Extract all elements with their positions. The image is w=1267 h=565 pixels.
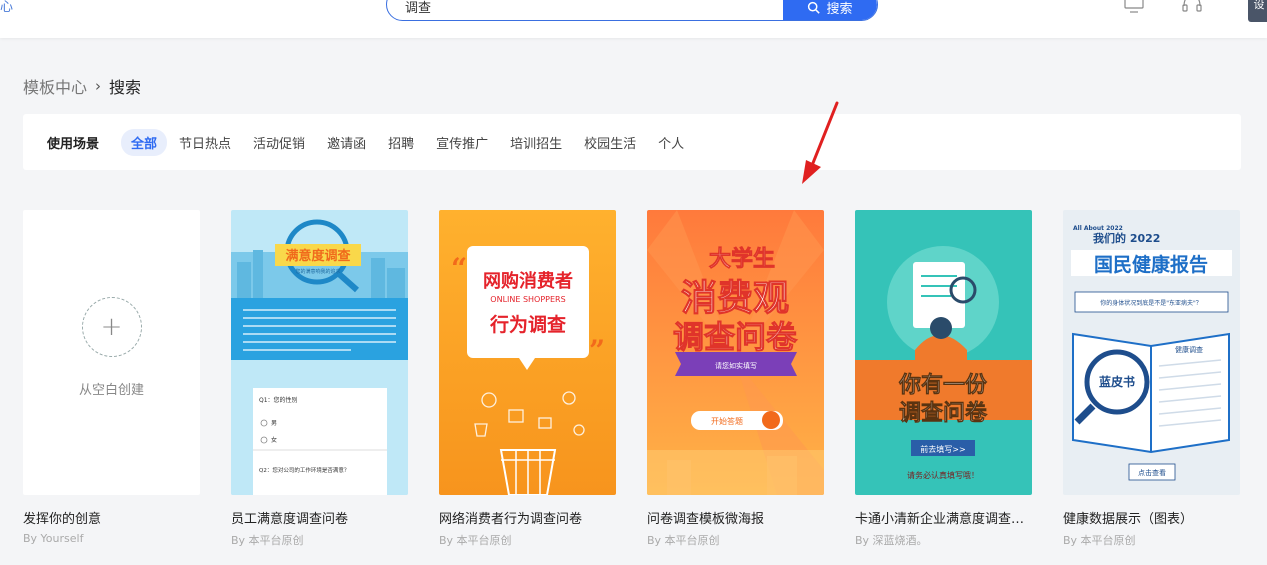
template-thumbnail[interactable]: 满意度调查 您的满意响我的追求 Q1：您的性别 男 女 Q2：您对公司的工作环境… xyxy=(231,210,408,495)
card-title[interactable]: 员工满意度调查问卷 xyxy=(231,508,408,527)
card-title[interactable]: 卡通小清新企业满意度调查问卷 xyxy=(855,508,1032,527)
filter-training[interactable]: 培训招生 xyxy=(500,129,572,156)
svg-text:女: 女 xyxy=(271,436,277,444)
svg-text:健康调查: 健康调查 xyxy=(1175,345,1203,354)
headset-icon[interactable] xyxy=(1180,0,1204,14)
svg-text:你的身体状况到底是不是"东亚病夫"？: 你的身体状况到底是不是"东亚病夫"？ xyxy=(1100,299,1202,307)
svg-text:”: ” xyxy=(589,334,605,367)
template-card[interactable]: 你有一份 调查问卷 前去填写>> 请务必认真填写哦！ 卡通小清新企业满意度调查问… xyxy=(855,210,1032,548)
filter-personal[interactable]: 个人 xyxy=(648,129,694,156)
filter-label: 使用场景 xyxy=(47,136,100,152)
scene-filter-bar: 使用场景 全部 节日热点 活动促销 邀请函 招聘 宣传推广 培训招生 校园生活 … xyxy=(23,114,1241,170)
card-author: By 本平台原创 xyxy=(231,534,304,547)
svg-text:开始答题: 开始答题 xyxy=(711,416,743,426)
svg-text:您的满意响我的追求: 您的满意响我的追求 xyxy=(295,268,340,275)
search-icon xyxy=(808,1,821,14)
top-bar: 心 搜索 设 xyxy=(0,0,1267,38)
template-card[interactable]: All About 2022 我们的 2022 国民健康报告 你的身体状况到底是… xyxy=(1063,210,1240,548)
svg-text:消费观: 消费观 xyxy=(681,278,789,319)
search-button-label: 搜索 xyxy=(826,2,853,17)
card-author: By Yourself xyxy=(23,532,84,545)
template-thumbnail[interactable]: “ ” 网购消费者 ONLINE SHOPPERS 行为调查 xyxy=(439,210,616,495)
poster-health-report: All About 2022 我们的 2022 国民健康报告 你的身体状况到底是… xyxy=(1063,210,1240,495)
annotation-arrow xyxy=(802,101,839,184)
blank-template-card[interactable]: + 从空白创建 发挥你的创意 By Yourself xyxy=(23,210,200,545)
svg-text:大学生: 大学生 xyxy=(709,246,775,272)
svg-text:ONLINE SHOPPERS: ONLINE SHOPPERS xyxy=(490,295,565,304)
card-author: By 本平台原创 xyxy=(439,534,512,547)
filter-recruitment[interactable]: 招聘 xyxy=(378,129,424,156)
filter-all[interactable]: 全部 xyxy=(121,128,168,156)
svg-text:网购消费者: 网购消费者 xyxy=(483,270,573,292)
template-thumbnail[interactable]: All About 2022 我们的 2022 国民健康报告 你的身体状况到底是… xyxy=(1063,210,1240,495)
template-card[interactable]: 大学生 消费观 调查问卷 请您如实填写 开始答题 问卷调查模板微海报 By 本平… xyxy=(647,210,824,548)
svg-text:国民健康报告: 国民健康报告 xyxy=(1094,253,1208,276)
svg-text:请您如实填写: 请您如实填写 xyxy=(715,361,757,370)
svg-text:我们的 2022: 我们的 2022 xyxy=(1093,231,1160,245)
svg-text:前去填写>>: 前去填写>> xyxy=(920,444,965,454)
card-title[interactable]: 发挥你的创意 xyxy=(23,508,200,527)
blank-create-area[interactable]: + 从空白创建 xyxy=(23,210,200,495)
breadcrumb-separator: › xyxy=(95,77,102,95)
plus-icon: + xyxy=(81,297,142,357)
user-menu-button[interactable]: 设 xyxy=(1248,0,1267,22)
breadcrumb-current: 搜索 xyxy=(109,78,142,97)
card-title[interactable]: 健康数据展示（图表） xyxy=(1063,508,1240,527)
template-thumbnail[interactable]: 你有一份 调查问卷 前去填写>> 请务必认真填写哦！ xyxy=(855,210,1032,495)
breadcrumb-root[interactable]: 模板中心 xyxy=(23,74,87,98)
template-card[interactable]: 满意度调查 您的满意响我的追求 Q1：您的性别 男 女 Q2：您对公司的工作环境… xyxy=(231,210,408,548)
card-author: By 深蓝烧酒。 xyxy=(855,534,928,547)
template-card[interactable]: “ ” 网购消费者 ONLINE SHOPPERS 行为调查 网络消费者行为调查… xyxy=(439,210,616,548)
poster-online-shoppers: “ ” 网购消费者 ONLINE SHOPPERS 行为调查 xyxy=(439,210,616,495)
breadcrumb: 模板中心 › 搜索 xyxy=(23,74,141,98)
filter-holiday[interactable]: 节日热点 xyxy=(169,129,241,156)
svg-text:“: “ xyxy=(451,252,467,285)
search-box: 搜索 xyxy=(386,0,878,21)
svg-text:Q1：您的性别: Q1：您的性别 xyxy=(259,396,298,404)
svg-text:Q2：您对公司的工作环境是否满意？: Q2：您对公司的工作环境是否满意？ xyxy=(259,466,349,474)
poster-employee-survey: 满意度调查 您的满意响我的追求 Q1：您的性别 男 女 Q2：您对公司的工作环境… xyxy=(231,210,408,495)
svg-text:调查问卷: 调查问卷 xyxy=(673,320,798,356)
monitor-icon[interactable] xyxy=(1122,0,1146,14)
card-author: By 本平台原创 xyxy=(647,534,720,547)
svg-text:All About 2022: All About 2022 xyxy=(1073,225,1123,232)
search-button[interactable]: 搜索 xyxy=(783,0,877,20)
filter-campus[interactable]: 校园生活 xyxy=(574,129,646,156)
search-input[interactable] xyxy=(405,0,775,14)
card-title[interactable]: 问卷调查模板微海报 xyxy=(647,508,824,527)
svg-text:点击查看: 点击查看 xyxy=(1138,468,1166,477)
filter-publicity[interactable]: 宣传推广 xyxy=(426,129,498,156)
svg-text:满意度调查: 满意度调查 xyxy=(285,248,351,264)
filter-promotion[interactable]: 活动促销 xyxy=(243,129,315,156)
poster-college-consumption: 大学生 消费观 调查问卷 请您如实填写 开始答题 xyxy=(647,210,824,495)
svg-text:你有一份: 你有一份 xyxy=(898,372,988,398)
template-thumbnail[interactable]: 大学生 消费观 调查问卷 请您如实填写 开始答题 xyxy=(647,210,824,495)
poster-cartoon-survey: 你有一份 调查问卷 前去填写>> 请务必认真填写哦！ xyxy=(855,210,1032,495)
site-logo[interactable]: 心 xyxy=(0,0,13,15)
svg-text:调查问卷: 调查问卷 xyxy=(899,400,988,426)
card-title[interactable]: 网络消费者行为调查问卷 xyxy=(439,508,616,527)
svg-text:行为调查: 行为调查 xyxy=(489,313,567,336)
filter-invitation[interactable]: 邀请函 xyxy=(317,129,376,156)
svg-text:请务必认真填写哦！: 请务必认真填写哦！ xyxy=(907,470,979,480)
blank-create-label: 从空白创建 xyxy=(78,383,144,398)
svg-text:男: 男 xyxy=(271,420,277,427)
svg-text:蓝皮书: 蓝皮书 xyxy=(1099,374,1135,389)
card-author: By 本平台原创 xyxy=(1063,534,1136,547)
